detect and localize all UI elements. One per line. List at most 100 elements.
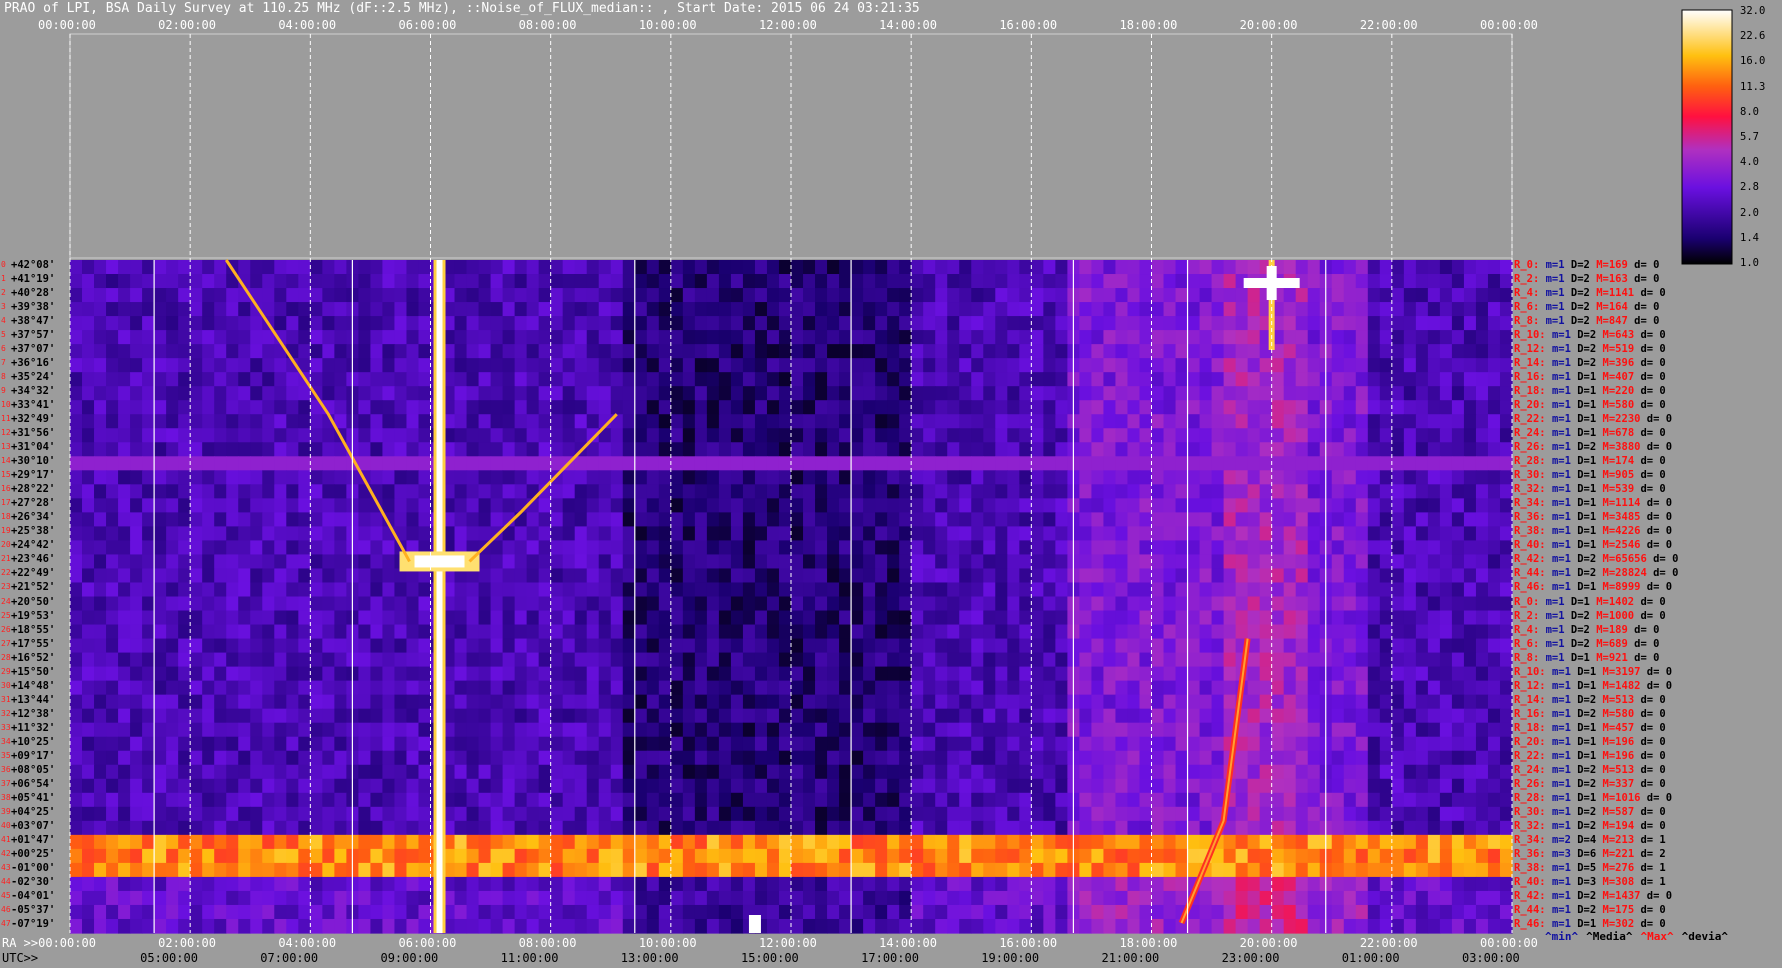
heatmap-cell <box>1115 624 1129 640</box>
heatmap-cell <box>466 638 480 654</box>
heatmap-cell <box>130 526 143 542</box>
heatmap-cell <box>971 750 984 766</box>
heatmap-cell <box>490 596 504 612</box>
heatmap-cell <box>1163 778 1177 794</box>
heatmap-cell <box>1343 652 1357 668</box>
heatmap-cell <box>502 372 516 387</box>
heatmap-cell <box>766 568 780 584</box>
heatmap-cell <box>827 834 840 850</box>
heatmap-cell <box>250 526 263 542</box>
heatmap-cell <box>166 722 179 738</box>
heatmap-cell <box>1031 484 1044 499</box>
heatmap-cell <box>70 582 83 598</box>
heatmap-cell <box>803 764 816 780</box>
heatmap-cell <box>1295 288 1309 303</box>
heatmap-cell <box>971 638 984 654</box>
heatmap-cell <box>598 568 612 584</box>
heatmap-cell <box>791 274 804 289</box>
heatmap-cell <box>1415 694 1429 710</box>
heatmap-cell <box>815 470 828 485</box>
heatmap-cell <box>1175 722 1189 738</box>
heatmap-cell <box>634 568 648 584</box>
heatmap-cell <box>1475 624 1489 640</box>
heatmap-cell <box>214 456 227 471</box>
heatmap-cell <box>118 806 131 822</box>
heatmap-cell <box>1427 288 1441 303</box>
heatmap-cell <box>562 302 576 317</box>
heatmap-cell <box>562 260 576 275</box>
heatmap-cell <box>586 750 600 766</box>
heatmap-cell <box>706 302 720 317</box>
heatmap-cell <box>1163 638 1177 654</box>
heatmap-cell <box>1343 764 1357 780</box>
heatmap-cell <box>106 414 119 429</box>
heatmap-cell <box>1295 512 1309 527</box>
heatmap-cell <box>106 750 119 766</box>
heatmap-cell <box>658 568 672 584</box>
heatmap-cell <box>682 330 696 345</box>
heatmap-cell <box>166 358 179 373</box>
heatmap-cell <box>634 386 648 401</box>
heatmap-cell <box>923 694 936 710</box>
heatmap-cell <box>766 484 780 499</box>
heatmap-cell <box>286 694 299 710</box>
heatmap-cell <box>791 722 804 738</box>
heatmap-cell <box>454 694 468 710</box>
heatmap-cell <box>298 288 311 303</box>
heatmap-cell <box>682 470 696 485</box>
heatmap-cell <box>923 470 936 485</box>
heatmap-cell <box>94 680 107 696</box>
heatmap-cell <box>250 498 263 513</box>
heatmap-cell <box>1283 400 1297 415</box>
heatmap-cell <box>1031 414 1044 429</box>
heatmap-cell <box>875 652 888 668</box>
heatmap-cell <box>1103 316 1117 331</box>
heatmap-cell <box>959 764 972 780</box>
heatmap-cell <box>1295 470 1309 485</box>
heatmap-cell <box>1439 708 1453 724</box>
heatmap-cell <box>1451 624 1465 640</box>
heatmap-cell <box>1211 610 1225 626</box>
heatmap-cell <box>1175 484 1189 499</box>
heatmap-cell <box>130 694 143 710</box>
heatmap-cell <box>1295 778 1309 794</box>
heatmap-cell <box>118 442 131 457</box>
heatmap-cell <box>130 764 143 780</box>
heatmap-cell <box>971 736 984 752</box>
heatmap-cell <box>106 442 119 457</box>
heatmap-cell <box>622 722 636 738</box>
heatmap-cell <box>478 260 492 275</box>
heatmap-cell <box>863 330 876 345</box>
heatmap-cell <box>502 778 516 794</box>
heatmap-cell <box>1355 624 1369 640</box>
heatmap-cell <box>358 736 372 752</box>
heatmap-cell <box>815 694 828 710</box>
heatmap-cell <box>1379 778 1393 794</box>
heatmap-cell <box>1175 568 1189 584</box>
heatmap-cell <box>1307 708 1321 724</box>
heatmap-cell <box>1031 540 1044 556</box>
heatmap-cell <box>154 344 167 359</box>
heatmap-cell <box>1019 442 1032 457</box>
heatmap-cell <box>670 736 684 752</box>
heatmap-cell <box>454 526 468 542</box>
heatmap-cell <box>610 400 624 415</box>
heatmap-cell <box>1139 274 1153 289</box>
heatmap-cell <box>983 498 996 513</box>
heatmap-cell <box>911 834 924 850</box>
heatmap-cell <box>418 764 432 780</box>
heatmap-cell <box>454 512 468 527</box>
heatmap-cell <box>154 680 167 696</box>
heatmap-cell <box>1163 624 1177 640</box>
heatmap-cell <box>851 358 864 373</box>
heatmap-cell <box>1295 722 1309 738</box>
heatmap-cell <box>610 344 624 359</box>
heatmap-cell <box>334 568 347 584</box>
heatmap-cell <box>550 638 564 654</box>
heatmap-cell <box>682 736 696 752</box>
heatmap-cell <box>1031 260 1044 275</box>
heatmap-cell <box>394 330 408 345</box>
heatmap-cell <box>394 610 408 626</box>
heatmap-cell <box>742 764 756 780</box>
heatmap-cell <box>466 806 480 822</box>
